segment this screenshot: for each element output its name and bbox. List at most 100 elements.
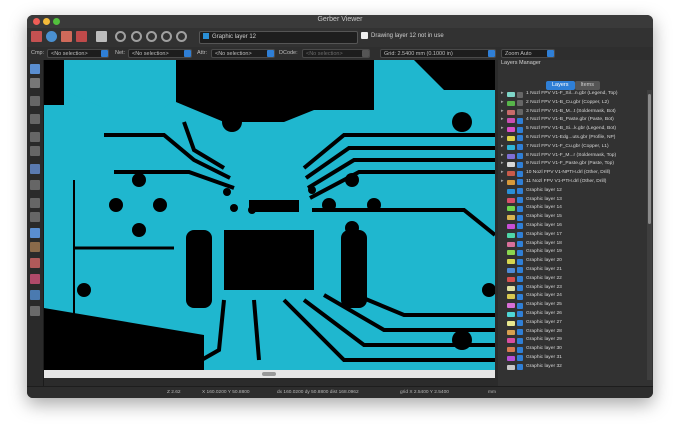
- layer-color-swatch[interactable]: [507, 259, 515, 265]
- layer-row[interactable]: Graphic layer 27: [498, 319, 646, 328]
- full-crosshair-icon[interactable]: [30, 164, 40, 174]
- layer-row[interactable]: Graphic layer 13: [498, 196, 646, 205]
- layer-color-swatch[interactable]: [507, 100, 515, 106]
- polar-coords-icon[interactable]: [30, 114, 40, 124]
- polygons-sketch-icon[interactable]: [30, 212, 40, 222]
- layer-color-swatch[interactable]: [507, 364, 515, 370]
- layer-row[interactable]: ▸ 10 Nozl FPV V1-NPTH.drl (Other, Drill): [498, 169, 646, 178]
- scrollbar-thumb[interactable]: [648, 94, 651, 224]
- grid-select[interactable]: Grid: 2.5400 mm (0.1000 in): [380, 49, 496, 58]
- inch-units-icon[interactable]: [30, 132, 40, 142]
- layer-color-swatch[interactable]: [507, 118, 515, 124]
- layer-row[interactable]: ▸ 6 Nozl FPV V1-Edg...uts.gbr (Profile, N…: [498, 134, 646, 143]
- layer-color-swatch[interactable]: [507, 276, 515, 282]
- layer-row[interactable]: ▸ 9 Nozl FPV V1-F_Paste.gbr (Paste, Top): [498, 160, 646, 169]
- layer-visibility-checkbox[interactable]: [517, 311, 523, 318]
- layer-row[interactable]: ▸ 2 Nozl FPV V1-B_Cu.gbr (Copper, L2): [498, 99, 646, 108]
- layer-visibility-checkbox[interactable]: [517, 197, 523, 204]
- layer-visibility-checkbox[interactable]: [517, 91, 523, 98]
- layer-color-swatch[interactable]: [507, 127, 515, 133]
- layer-visibility-checkbox[interactable]: [517, 214, 523, 221]
- open-gerber-icon[interactable]: [61, 31, 72, 42]
- layer-row[interactable]: ▸ 1 Nozl FPV V1-F_Sil...n.gbr (Legend, To…: [498, 90, 646, 99]
- zoom-selection-icon[interactable]: [176, 31, 187, 42]
- layer-row[interactable]: ▸ 7 Nozl FPV V1-F_Cu.gbr (Copper, L1): [498, 143, 646, 152]
- high-contrast-icon[interactable]: [30, 306, 40, 316]
- cmp-select[interactable]: <No selection>: [47, 49, 109, 58]
- layer-color-swatch[interactable]: [507, 188, 515, 194]
- measure-icon[interactable]: [30, 78, 40, 88]
- layer-visibility-checkbox[interactable]: [517, 329, 523, 336]
- layer-visibility-checkbox[interactable]: [517, 337, 523, 344]
- layer-visibility-checkbox[interactable]: [517, 109, 523, 116]
- layer-visibility-checkbox[interactable]: [517, 232, 523, 239]
- layer-color-swatch[interactable]: [507, 338, 515, 344]
- dcode-select[interactable]: <No selection>: [302, 49, 370, 58]
- layer-row[interactable]: Graphic layer 16: [498, 222, 646, 231]
- layer-visibility-checkbox[interactable]: [517, 346, 523, 353]
- layer-visibility-checkbox[interactable]: [517, 258, 523, 265]
- layer-row[interactable]: Graphic layer 30: [498, 345, 646, 354]
- tab-layers[interactable]: Layers: [546, 81, 575, 90]
- layer-row[interactable]: Graphic layer 21: [498, 266, 646, 275]
- layer-visibility-checkbox[interactable]: [517, 249, 523, 256]
- reload-icon[interactable]: [46, 31, 57, 42]
- layer-visibility-checkbox[interactable]: [517, 144, 523, 151]
- layer-row[interactable]: Graphic layer 23: [498, 284, 646, 293]
- layer-color-swatch[interactable]: [507, 303, 515, 309]
- layer-visibility-checkbox[interactable]: [517, 188, 523, 195]
- layer-visibility-checkbox[interactable]: [517, 276, 523, 283]
- layer-visibility-checkbox[interactable]: [517, 223, 523, 230]
- negative-objects-icon[interactable]: [30, 228, 40, 238]
- layer-row[interactable]: Graphic layer 14: [498, 204, 646, 213]
- pcb-canvas[interactable]: [44, 60, 495, 370]
- print-icon[interactable]: [96, 31, 107, 42]
- layer-color-swatch[interactable]: [507, 241, 515, 247]
- layer-visibility-checkbox[interactable]: [517, 100, 523, 107]
- zoom-in-icon[interactable]: [131, 31, 142, 42]
- layers-manager-icon[interactable]: [30, 290, 40, 300]
- layer-color-swatch[interactable]: [507, 223, 515, 229]
- layer-row[interactable]: Graphic layer 18: [498, 240, 646, 249]
- grid-toggle-icon[interactable]: [30, 96, 40, 106]
- layer-visibility-checkbox[interactable]: [517, 170, 523, 177]
- layer-row[interactable]: Graphic layer 29: [498, 336, 646, 345]
- layer-color-swatch[interactable]: [507, 285, 515, 291]
- layer-visibility-checkbox[interactable]: [517, 135, 523, 142]
- layer-visibility-checkbox[interactable]: [517, 179, 523, 186]
- layer-row[interactable]: Graphic layer 28: [498, 328, 646, 337]
- layer-color-swatch[interactable]: [507, 197, 515, 203]
- layer-color-swatch[interactable]: [507, 153, 515, 159]
- active-layer-select[interactable]: Graphic layer 12: [199, 31, 358, 44]
- layer-visibility-checkbox[interactable]: [517, 355, 523, 362]
- layer-visibility-checkbox[interactable]: [517, 364, 523, 371]
- layer-visibility-checkbox[interactable]: [517, 285, 523, 292]
- layer-color-swatch[interactable]: [507, 311, 515, 317]
- lines-sketch-icon[interactable]: [30, 198, 40, 208]
- layer-row[interactable]: Graphic layer 20: [498, 257, 646, 266]
- layer-visibility-checkbox[interactable]: [517, 117, 523, 124]
- layer-row[interactable]: Graphic layer 31: [498, 354, 646, 363]
- layer-visibility-checkbox[interactable]: [517, 267, 523, 274]
- diff-mode-icon[interactable]: [30, 258, 40, 268]
- layer-color-swatch[interactable]: [507, 320, 515, 326]
- flashed-items-sketch-icon[interactable]: [30, 180, 40, 190]
- layer-visibility-checkbox[interactable]: [517, 153, 523, 160]
- layer-visibility-checkbox[interactable]: [517, 161, 523, 168]
- layer-color-swatch[interactable]: [507, 92, 515, 97]
- layer-visibility-checkbox[interactable]: [517, 205, 523, 212]
- layer-color-swatch[interactable]: [507, 329, 515, 335]
- layer-color-swatch[interactable]: [507, 215, 515, 221]
- tab-items[interactable]: Items: [574, 81, 600, 90]
- layer-row[interactable]: Graphic layer 12: [498, 187, 646, 196]
- layer-visibility-checkbox[interactable]: [517, 320, 523, 327]
- layer-color-swatch[interactable]: [507, 355, 515, 361]
- layer-row[interactable]: Graphic layer 22: [498, 275, 646, 284]
- layer-visibility-checkbox[interactable]: [517, 293, 523, 300]
- layer-row[interactable]: ▸ 5 Nozl FPV V1-B_Si...k.gbr (Legend, Bot…: [498, 125, 646, 134]
- layer-visibility-checkbox[interactable]: [517, 302, 523, 309]
- layer-row[interactable]: Graphic layer 17: [498, 231, 646, 240]
- horizontal-scrollbar[interactable]: [44, 370, 495, 378]
- layer-color-swatch[interactable]: [507, 179, 515, 185]
- layer-row[interactable]: ▸ 11 Nozl FPV V1-PTH.drl (Other, Drill): [498, 178, 646, 187]
